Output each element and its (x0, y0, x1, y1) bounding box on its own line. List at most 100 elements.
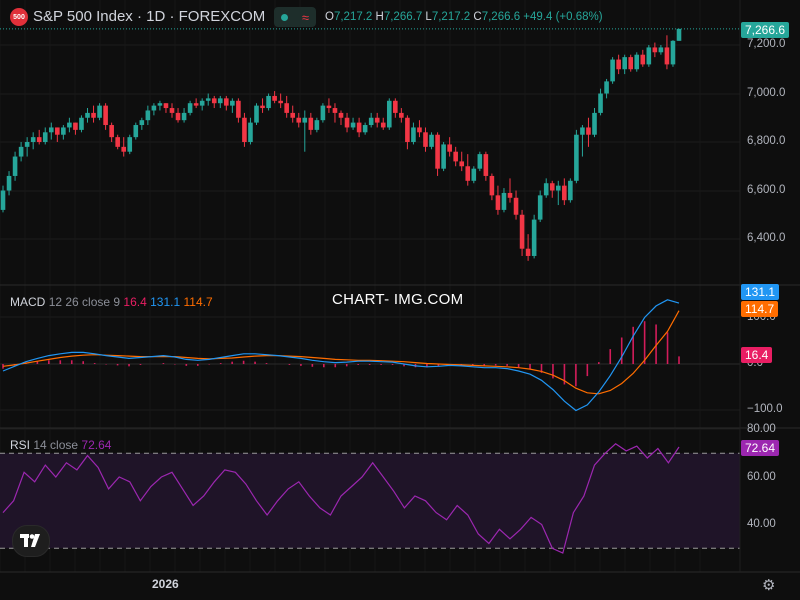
candle-body (0, 190, 6, 210)
macd-tick: −100.0 (747, 403, 783, 415)
candle-body (236, 100, 241, 118)
candle-body (254, 105, 259, 123)
candle-body (12, 156, 18, 176)
price-tick: 6,800.0 (747, 135, 786, 147)
candle-body (18, 146, 24, 157)
candle-body (356, 122, 362, 133)
rsi-band-fill (0, 453, 740, 549)
macd-name: MACD (10, 295, 46, 309)
candle-body (622, 57, 627, 70)
candle-body (598, 93, 603, 113)
candle-body (205, 98, 211, 101)
candle-body (338, 112, 344, 118)
macd-line (2, 299, 680, 412)
candle-body (248, 122, 253, 142)
last-price-tag: 7,266.6 (741, 22, 790, 38)
candle-body (658, 47, 664, 53)
candle-body (555, 185, 561, 191)
candle-body (417, 127, 422, 133)
candle-body (574, 134, 579, 181)
candle-body (230, 100, 235, 106)
candle-body (139, 120, 145, 126)
candle-body (519, 214, 525, 249)
candle-body (380, 122, 386, 128)
macd-line-value: 131.1 (150, 295, 181, 309)
candle-body (447, 144, 452, 152)
market-open-dot-icon (280, 13, 288, 21)
candle-body (616, 59, 621, 70)
macd-pane-plot (0, 299, 740, 412)
low-value: 7,217.2 (431, 11, 471, 23)
candle-body (109, 125, 114, 138)
symbol-title[interactable]: S&P 500 Index · 1D · FOREXCOM (33, 8, 265, 25)
time-axis-label: 2026 (152, 577, 179, 591)
candle-body (525, 248, 531, 256)
rsi-tick: 40.00 (747, 518, 776, 530)
candle-body (278, 100, 283, 104)
candle-body (266, 95, 271, 109)
candle-body (73, 122, 78, 130)
candle-body (628, 57, 634, 70)
candle-body (175, 112, 181, 121)
candle-body (157, 103, 163, 106)
candle-body (272, 95, 277, 101)
candle-body (362, 125, 368, 133)
rsi-band (0, 452, 740, 549)
macd-legend[interactable]: MACD 12 26 close 9 16.4 131.1 114.7 (10, 295, 213, 309)
candle-body (193, 103, 199, 106)
candle-body (592, 112, 597, 135)
candle-body (187, 103, 193, 113)
candle-body (121, 146, 127, 152)
candle-body (199, 100, 205, 106)
market-status-pill[interactable]: ≈ (274, 7, 316, 27)
price-tick: 6,400.0 (747, 232, 786, 244)
tradingview-logo-icon[interactable] (12, 525, 50, 557)
candle-body (314, 120, 320, 130)
price-tick: 6,600.0 (747, 184, 786, 196)
candle-body (368, 117, 374, 126)
candle-body (332, 108, 338, 113)
rsi-legend[interactable]: RSI 14 close 72.64 (10, 438, 111, 452)
candle-body (459, 161, 465, 167)
candle-body (411, 127, 416, 142)
candle-body (562, 185, 567, 201)
candle-body (61, 127, 66, 135)
candle-body (676, 28, 682, 41)
candle-body (489, 175, 495, 196)
rsi-value: 72.64 (81, 438, 112, 452)
close-key: C (473, 11, 482, 23)
candle-body (115, 137, 120, 147)
candle-body (429, 134, 434, 147)
candle-body (320, 105, 326, 121)
candle-body (55, 127, 60, 135)
candle-body (664, 47, 670, 65)
macd-signal-tag: 114.7 (741, 301, 779, 317)
candle-body (507, 192, 513, 198)
high-key: H (375, 11, 384, 23)
close-value: 7,266.6 (481, 11, 521, 23)
open-value: 7,217.2 (333, 11, 373, 23)
rsi-tag: 72.64 (741, 440, 780, 456)
candle-body (91, 112, 96, 118)
open-key: O (325, 11, 334, 23)
candle-body (495, 195, 501, 210)
change-value: +49.4 (+0.68%) (523, 11, 603, 23)
candle-body (169, 108, 175, 113)
wave-icon: ≈ (301, 9, 310, 25)
candle-body (224, 98, 229, 106)
candle-body (405, 117, 410, 142)
price-tick: 7,000.0 (747, 87, 786, 99)
candle-body (543, 183, 549, 196)
settings-gear-icon[interactable]: ⚙ (762, 576, 775, 594)
candle-body (610, 59, 615, 82)
ohlc-readout: O7,217.2 H7,266.7 L7,217.2 C7,266.6 +49.… (325, 11, 603, 23)
rsi-tick: 80.00 (747, 423, 776, 435)
candle-body (453, 151, 458, 162)
candle-body (163, 103, 169, 109)
candle-body (242, 117, 247, 142)
candle-body (85, 112, 90, 118)
candle-body (24, 142, 30, 147)
candle-body (67, 122, 72, 128)
price-tick: 7,200.0 (747, 38, 786, 50)
candle-body (501, 192, 507, 210)
